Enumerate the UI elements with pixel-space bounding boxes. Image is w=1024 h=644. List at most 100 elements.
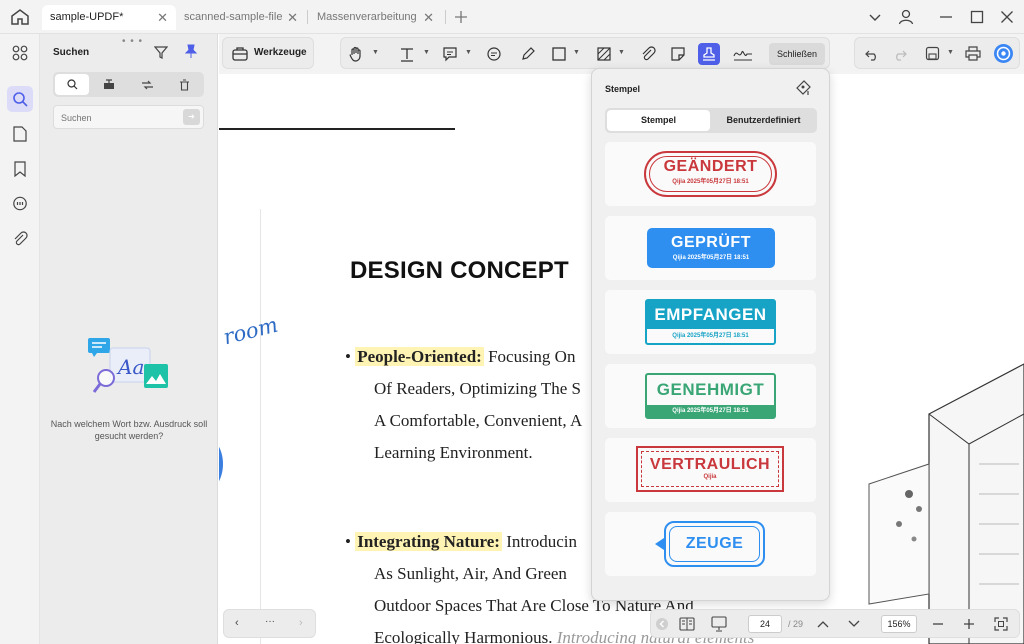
stamp-option-empfangen[interactable]: EMPFANGEN Qijia 2025年05月27日 18:51	[605, 290, 816, 354]
chevron-down-icon[interactable]	[866, 8, 884, 26]
stamp-option-vertraulich[interactable]: VERTRAULICH Qijia	[605, 438, 816, 502]
chevron-down-icon[interactable]: ▼	[423, 49, 430, 56]
bullet-2-line-2: As Sunlight, Air, And Green	[374, 564, 567, 583]
search-mode-replace[interactable]	[130, 74, 164, 95]
chevron-down-icon[interactable]: ▼	[947, 49, 954, 56]
tab-label: sample-UPDF*	[50, 11, 124, 23]
bookmarks-button[interactable]	[7, 156, 33, 182]
chevron-down-icon[interactable]: ▼	[372, 49, 379, 56]
search-submit-button[interactable]: ➜	[183, 109, 200, 125]
pen-tool-button[interactable]	[517, 43, 539, 65]
stamp-tool-button[interactable]	[698, 43, 720, 65]
note-tool-button[interactable]	[483, 43, 505, 65]
hand-tool-button[interactable]	[345, 43, 367, 65]
more-pages-button[interactable]: ···	[265, 616, 275, 627]
search-field: ➜	[53, 105, 204, 129]
ai-assistant-icon[interactable]	[993, 43, 1014, 64]
zoom-out-icon[interactable]	[932, 619, 944, 629]
tab-custom[interactable]: Benutzerdefiniert	[712, 110, 815, 131]
zoom-in-icon[interactable]	[963, 618, 975, 630]
signature-tool-button[interactable]	[732, 43, 754, 65]
attachments-button[interactable]	[7, 226, 33, 252]
blue-circle-decoration	[219, 434, 223, 494]
area-tool-button[interactable]	[593, 43, 615, 65]
user-icon[interactable]	[897, 8, 915, 26]
close-window-icon[interactable]	[998, 8, 1016, 26]
current-page-input[interactable]: 24	[748, 615, 782, 633]
chevron-down-icon[interactable]: ▼	[618, 49, 625, 56]
thumbnails-button[interactable]	[7, 40, 33, 66]
stamp-settings-icon[interactable]	[795, 79, 813, 96]
toolbox-icon	[232, 47, 248, 61]
chevron-up-icon[interactable]	[817, 619, 829, 629]
save-icon[interactable]	[925, 46, 940, 61]
chevron-down-icon[interactable]: ▼	[573, 49, 580, 56]
comment-tool-button[interactable]	[439, 43, 461, 65]
chevron-right-icon[interactable]: ›	[299, 617, 303, 629]
chevron-left-icon[interactable]: ‹	[235, 617, 239, 629]
chevron-down-icon[interactable]: ▼	[465, 49, 472, 56]
bookmark-icon	[14, 161, 26, 177]
stamp-option-geandert[interactable]: GEÄNDERT Qijia 2025年05月27日 18:51	[605, 142, 816, 206]
tab-scanned-sample-file[interactable]: scanned-sample-file ✕	[176, 5, 306, 30]
search-empty-illustration: Aa	[88, 338, 168, 393]
stamp-vertraulich: VERTRAULICH Qijia	[636, 446, 784, 492]
stamp-geandert: GEÄNDERT Qijia 2025年05月27日 18:51	[644, 151, 777, 197]
search-mode-redact[interactable]	[92, 74, 126, 95]
comments-button[interactable]	[7, 191, 33, 217]
search-icon	[13, 92, 28, 107]
document-guide-line	[260, 209, 261, 644]
text-tool-button[interactable]	[396, 43, 418, 65]
sticker-tool-button[interactable]	[667, 43, 689, 65]
stamp-genehmigt: GENEHMIGT Qijia 2025年05月27日 18:51	[645, 373, 776, 419]
undo-icon[interactable]	[865, 47, 879, 61]
presentation-icon[interactable]	[711, 616, 727, 632]
tab-massenverarbeitung[interactable]: Massenverarbeitung ✕	[309, 5, 442, 30]
stamp-zeuge-pointer	[655, 538, 664, 550]
pin-icon[interactable]	[185, 44, 197, 59]
stamp-panel-title: Stempel	[605, 84, 641, 94]
zoom-level[interactable]: 156%	[881, 615, 917, 633]
collapse-icon[interactable]	[655, 617, 669, 631]
paperclip-icon	[642, 46, 656, 61]
close-tab-icon[interactable]: ✕	[287, 5, 298, 30]
filter-icon[interactable]	[154, 45, 168, 59]
search-mode-selector	[53, 72, 204, 97]
print-icon[interactable]	[965, 46, 981, 61]
tab-sample-updf[interactable]: sample-UPDF* ✕	[42, 5, 176, 30]
redo-icon[interactable]	[893, 47, 907, 61]
comment-icon	[443, 47, 457, 62]
tab-stamps[interactable]: Stempel	[607, 110, 710, 131]
square-icon	[552, 47, 566, 61]
chevron-down-icon[interactable]	[848, 619, 860, 629]
search-input[interactable]	[61, 110, 171, 125]
search-button[interactable]	[7, 86, 33, 112]
stamp-option-zeuge[interactable]: ZEUGE	[605, 512, 816, 576]
close-tab-icon[interactable]: ✕	[157, 5, 168, 30]
close-tab-icon[interactable]: ✕	[423, 5, 434, 30]
maximize-icon[interactable]	[968, 8, 986, 26]
total-pages: / 29	[788, 619, 804, 629]
bullet-2-line-1: • Integrating Nature: Introducin	[345, 532, 578, 551]
tab-divider	[445, 10, 446, 24]
speech-bubble-icon	[487, 47, 501, 61]
home-icon[interactable]	[10, 8, 30, 26]
stamp-option-genehmigt[interactable]: GENEHMIGT Qijia 2025年05月27日 18:51	[605, 364, 816, 428]
close-toolbar-button[interactable]: Schließen	[769, 43, 825, 65]
panel-title: Suchen	[53, 47, 90, 58]
minimize-icon[interactable]	[937, 8, 955, 26]
drag-handle[interactable]: • • •	[122, 36, 143, 47]
new-tab-icon[interactable]	[455, 11, 467, 23]
sticker-icon	[671, 47, 685, 61]
stamp-option-gepruft[interactable]: GEPRÜFT Qijia 2025年05月27日 18:51	[605, 216, 816, 280]
attach-tool-button[interactable]	[637, 43, 659, 65]
fit-page-icon[interactable]	[994, 617, 1008, 631]
reading-mode-icon[interactable]	[679, 617, 695, 631]
tools-button[interactable]: Werkzeuge	[222, 37, 314, 69]
search-mode-text[interactable]	[55, 74, 89, 95]
pages-button[interactable]	[7, 121, 33, 147]
search-mode-delete[interactable]	[167, 74, 201, 95]
shape-tool-button[interactable]	[548, 43, 570, 65]
highlighted-heading: Integrating Nature:	[355, 532, 502, 551]
stamp-tab-selector: Stempel Benutzerdefiniert	[605, 108, 817, 133]
